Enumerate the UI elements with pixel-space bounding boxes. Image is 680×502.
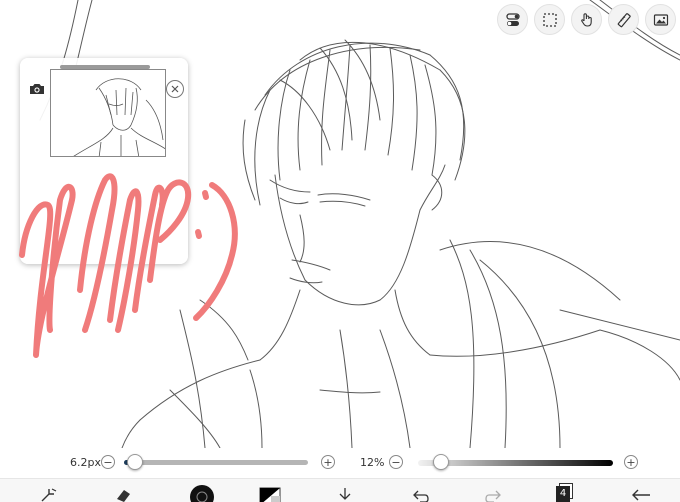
opacity-minus-button[interactable]: − bbox=[389, 455, 403, 469]
brush-icon bbox=[190, 485, 214, 502]
back-button[interactable] bbox=[630, 487, 652, 502]
hand-button[interactable] bbox=[571, 4, 602, 35]
opacity-knob[interactable] bbox=[433, 454, 450, 470]
reference-thumbnail bbox=[50, 69, 166, 157]
drawing-canvas[interactable] bbox=[0, 0, 680, 448]
brush-size-knob[interactable] bbox=[127, 454, 144, 470]
ruler-button[interactable] bbox=[608, 4, 639, 35]
save-button[interactable] bbox=[336, 487, 354, 502]
layers-count: 4 bbox=[556, 486, 570, 502]
transform-icon bbox=[41, 488, 57, 502]
layers-icon: 4 bbox=[556, 483, 574, 502]
layers-button[interactable]: 4 bbox=[556, 483, 574, 502]
toggle-button[interactable] bbox=[497, 4, 528, 35]
camera-button[interactable] bbox=[28, 81, 46, 97]
toggle-icon bbox=[505, 12, 520, 26]
slider-bar: 6.2px − + 12% − + bbox=[0, 448, 680, 478]
undo-icon bbox=[413, 490, 429, 502]
material-icon bbox=[653, 13, 668, 26]
opacity-plus-button[interactable]: + bbox=[624, 455, 638, 469]
download-icon bbox=[339, 488, 351, 500]
ruler-icon bbox=[617, 12, 631, 27]
eraser-icon bbox=[117, 490, 130, 502]
top-tool-bar bbox=[497, 4, 676, 35]
back-icon bbox=[632, 489, 650, 501]
color-icon bbox=[259, 487, 281, 502]
material-button[interactable] bbox=[645, 4, 676, 35]
close-icon bbox=[171, 85, 179, 93]
eraser-tool-button[interactable] bbox=[114, 487, 132, 502]
bottom-toolbar: 4 bbox=[0, 478, 680, 502]
brush-size-slider[interactable] bbox=[124, 460, 308, 465]
selection-button[interactable] bbox=[534, 4, 565, 35]
close-reference-button[interactable] bbox=[166, 80, 184, 98]
redo-button[interactable] bbox=[484, 487, 504, 502]
redo-icon bbox=[485, 490, 501, 502]
brush-tool-button[interactable] bbox=[188, 483, 216, 502]
undo-button[interactable] bbox=[410, 487, 430, 502]
reference-window[interactable] bbox=[20, 58, 188, 264]
transform-tool-button[interactable] bbox=[40, 487, 58, 502]
thumbnail-sketch bbox=[73, 78, 165, 156]
hand-icon bbox=[580, 12, 592, 27]
camera-icon bbox=[30, 84, 44, 94]
brush-size-minus-button[interactable]: − bbox=[101, 455, 115, 469]
brush-size-plus-button[interactable]: + bbox=[321, 455, 335, 469]
color-picker-button[interactable] bbox=[259, 487, 281, 502]
brush-size-label: 6.2px bbox=[70, 456, 101, 469]
selection-icon bbox=[542, 12, 557, 27]
opacity-label: 12% bbox=[360, 456, 385, 469]
